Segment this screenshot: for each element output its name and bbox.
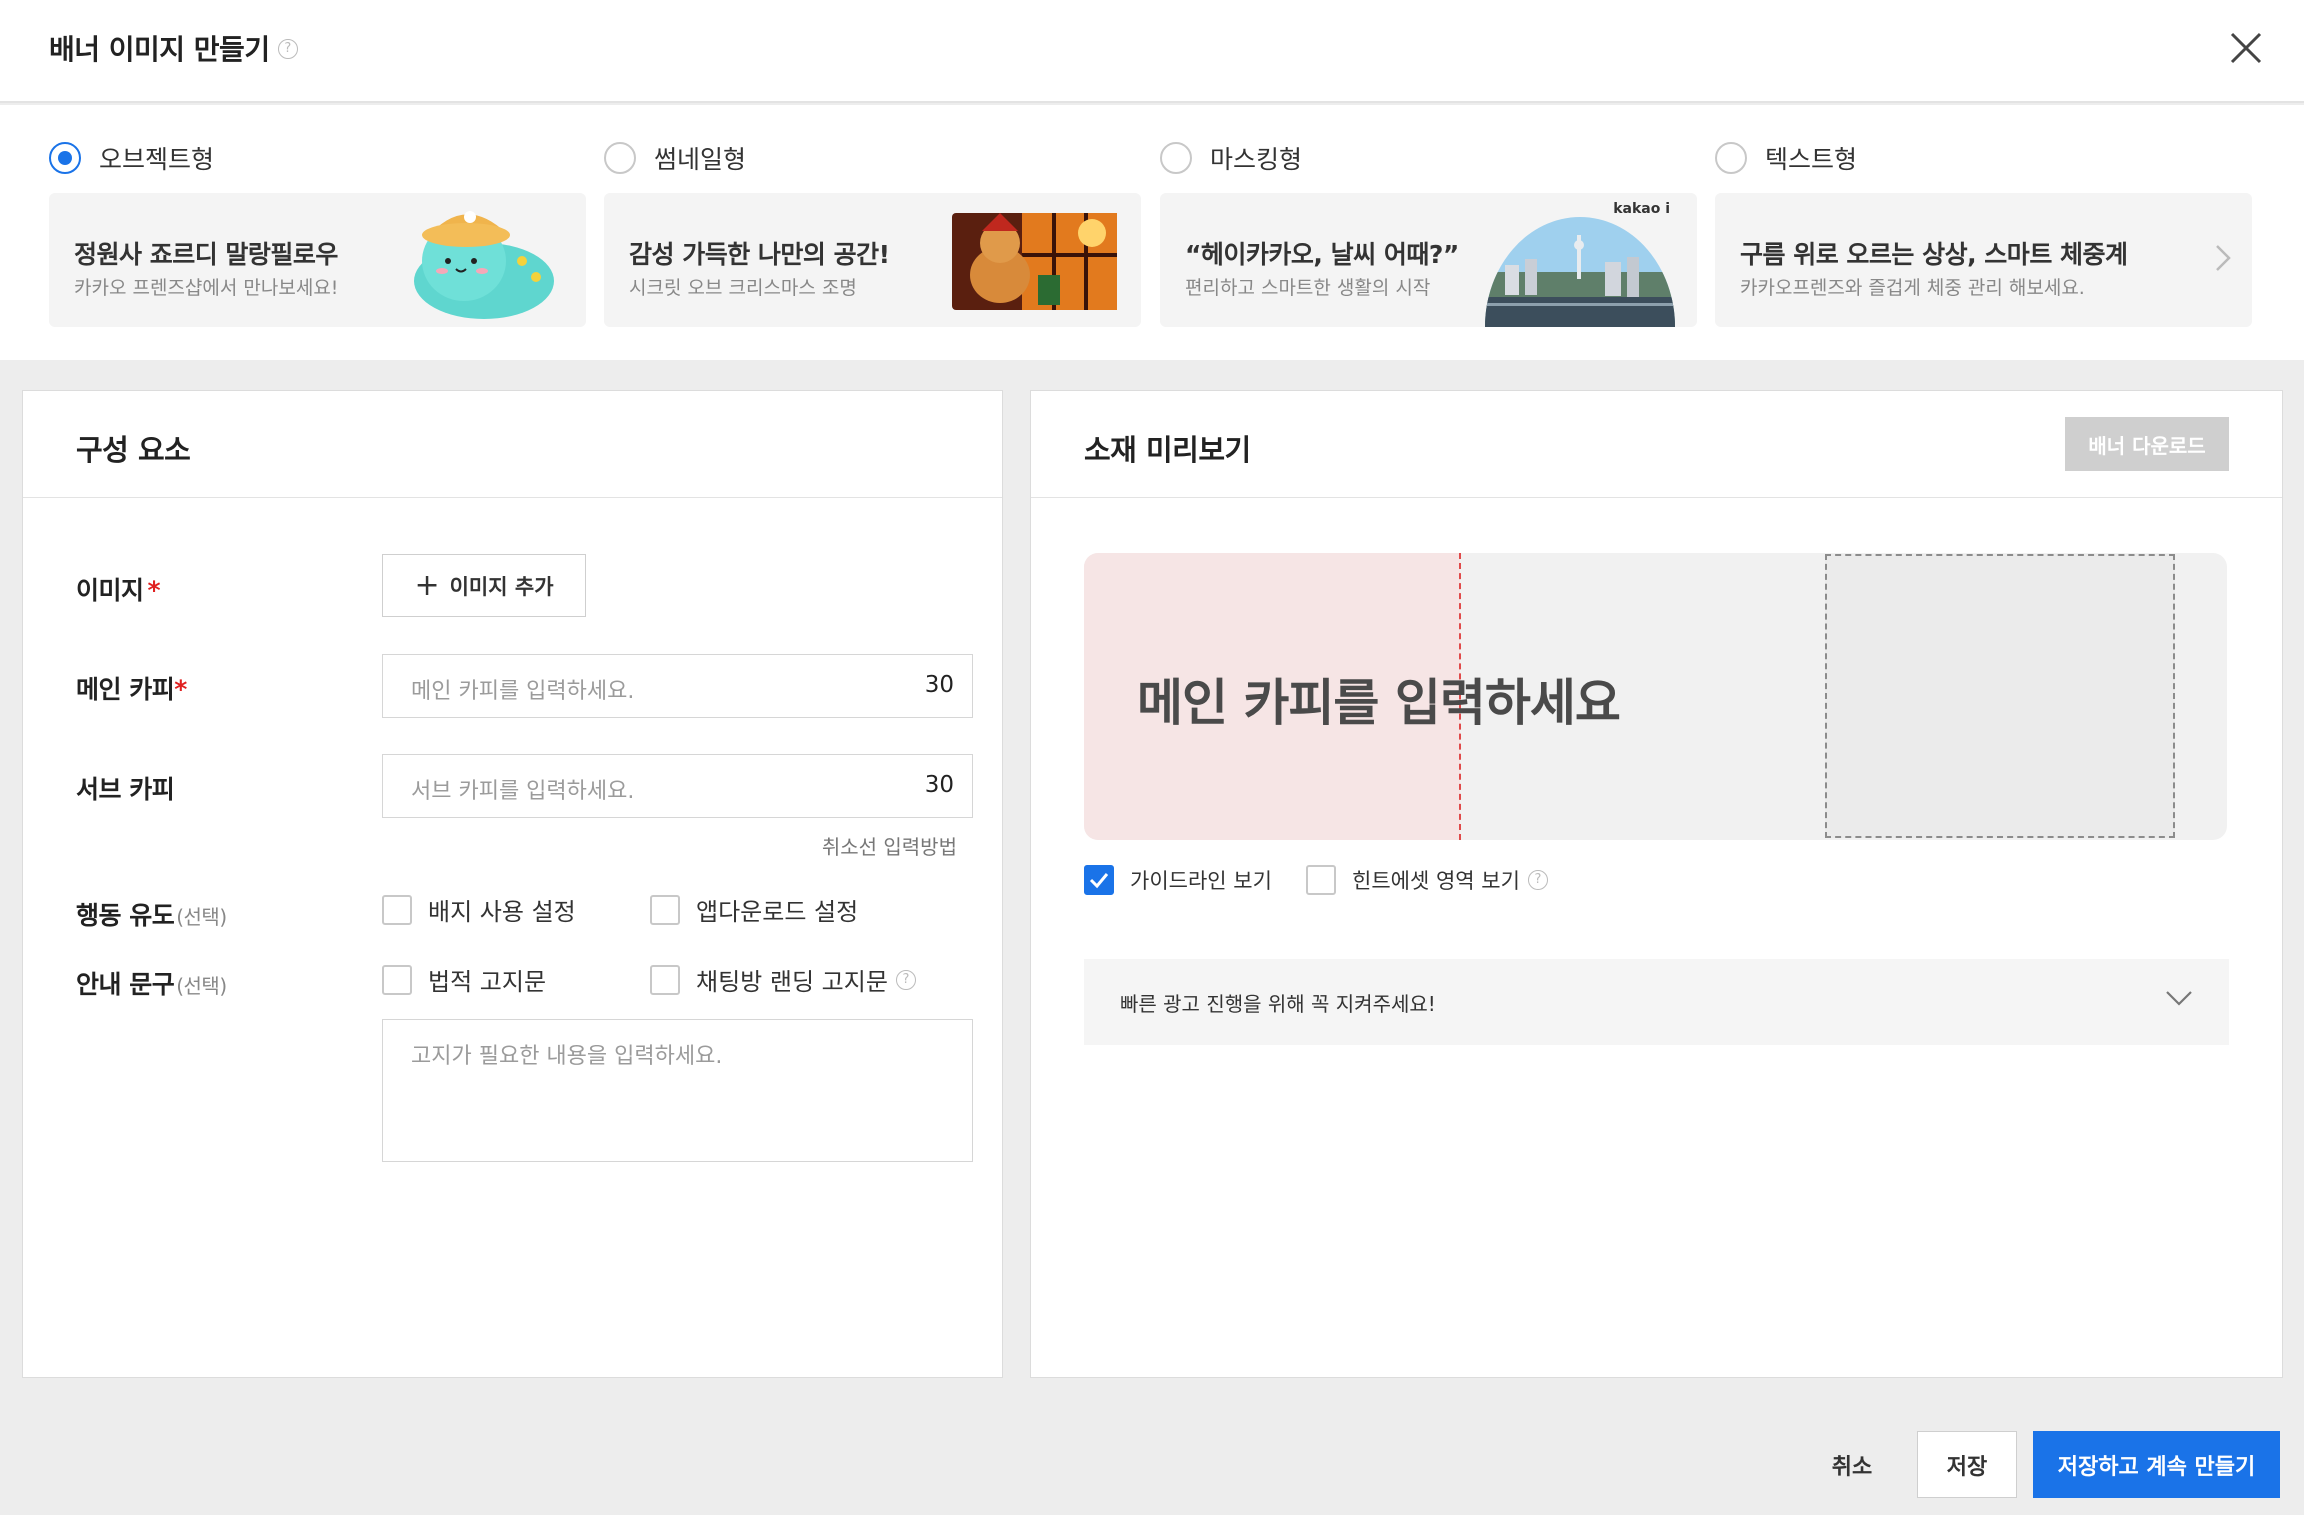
panel-header: 소재 미리보기 배너 다운로드 xyxy=(1031,391,2282,498)
close-icon xyxy=(2230,32,2262,64)
type-label: 마스킹형 xyxy=(1210,145,1303,174)
dialog-title-text: 배너 이미지 만들기 xyxy=(49,33,270,66)
chevron-right-icon[interactable] xyxy=(2214,243,2232,273)
add-image-label: 이미지 추가 xyxy=(449,574,554,599)
checkbox-checked[interactable] xyxy=(1084,865,1114,895)
strikethrough-help-link[interactable]: 취소선 입력방법 xyxy=(822,831,957,860)
type-label: 썸네일형 xyxy=(654,145,747,174)
card-subtitle: 카카오프렌즈와 즐겁게 체중 관리 해보세요. xyxy=(1740,277,2085,299)
main-copy-label-text: 메인 카피 xyxy=(76,675,175,704)
checkbox-label: 채팅방 랜딩 고지문 xyxy=(696,968,888,996)
city-skyline-photo xyxy=(1485,217,1675,327)
close-button[interactable] xyxy=(2228,30,2264,66)
checkbox-label: 앱다운로드 설정 xyxy=(696,898,859,926)
required-mark: * xyxy=(147,576,161,605)
image-placeholder-area xyxy=(1825,554,2175,838)
cancel-button[interactable]: 취소 xyxy=(1800,1431,1904,1498)
panel-header: 구성 요소 xyxy=(23,391,1002,498)
card-subtitle: 카카오 프렌즈샵에서 만나보세요! xyxy=(74,277,339,299)
char-limit-count: 30 xyxy=(924,772,954,798)
card-subtitle: 편리하고 스마트한 생활의 시작 xyxy=(1185,277,1431,299)
help-icon[interactable]: ? xyxy=(1527,870,1548,890)
hint-asset-toggle[interactable]: 힌트에셋 영역 보기 ? xyxy=(1306,865,1548,895)
download-banner-button[interactable]: 배너 다운로드 xyxy=(2065,417,2229,471)
type-label: 오브젝트형 xyxy=(99,145,215,174)
sub-copy-input[interactable]: 서브 카피를 입력하세요. 30 xyxy=(382,754,973,818)
image-label: 이미지 * xyxy=(76,571,161,607)
main-copy-label: 메인 카피* xyxy=(76,670,187,706)
card-title: “헤이카카오, 날씨 어때?” xyxy=(1185,240,1459,269)
banner-type-selector: 오브젝트형 정원사 죠르디 말랑필로우 카카오 프렌즈샵에서 만나보세요! 썸네… xyxy=(0,105,2304,360)
checkbox[interactable] xyxy=(650,894,680,925)
notice-textarea[interactable]: 고지가 필요한 내용을 입력하세요. xyxy=(382,1019,973,1162)
main-copy-input[interactable]: 메인 카피를 입력하세요. 30 xyxy=(382,654,973,718)
type-card-thumbnail[interactable]: 감성 가득한 나만의 공간! 시크릿 오브 크리스마스 조명 xyxy=(604,193,1141,327)
radio-button[interactable] xyxy=(1160,142,1192,174)
kakao-i-logo: kakao i xyxy=(1613,201,1670,217)
cta-label-text: 행동 유도 xyxy=(76,901,175,930)
checkbox[interactable] xyxy=(1306,865,1336,895)
main-copy-placeholder: 메인 카피를 입력하세요. xyxy=(411,679,635,704)
type-label: 텍스트형 xyxy=(1765,145,1858,174)
notice-label: 안내 문구 (선택) xyxy=(76,965,227,1001)
app-download-checkbox[interactable]: 앱다운로드 설정 xyxy=(650,892,858,927)
chat-landing-notice-checkbox[interactable]: 채팅방 랜딩 고지문 ? xyxy=(650,962,916,997)
add-image-button[interactable]: + 이미지 추가 xyxy=(382,554,586,617)
guidelines-accordion[interactable]: 빠른 광고 진행을 위해 꼭 지켜주세요! xyxy=(1084,959,2229,1045)
save-button[interactable]: 저장 xyxy=(1917,1431,2017,1498)
type-card-object[interactable]: 정원사 죠르디 말랑필로우 카카오 프렌즈샵에서 만나보세요! xyxy=(49,193,586,327)
required-mark: * xyxy=(174,675,187,704)
components-panel: 구성 요소 이미지 * + 이미지 추가 메인 카피* 메인 카피를 입력하세요.… xyxy=(22,390,1003,1378)
panel-title: 구성 요소 xyxy=(76,433,191,467)
type-card-masking[interactable]: “헤이카카오, 날씨 어때?” 편리하고 스마트한 생활의 시작 kakao i xyxy=(1160,193,1697,327)
card-title: 감성 가득한 나만의 공간! xyxy=(629,240,890,269)
legal-notice-checkbox[interactable]: 법적 고지문 xyxy=(382,962,546,997)
checkbox-label: 법적 고지문 xyxy=(428,968,547,996)
optional-mark: (선택) xyxy=(176,905,227,929)
jordy-pillow-icon xyxy=(414,211,554,319)
type-radio-masking[interactable]: 마스킹형 xyxy=(1160,141,1302,175)
checkbox[interactable] xyxy=(650,964,680,995)
chevron-down-icon xyxy=(2166,991,2192,1006)
dialog-header: 배너 이미지 만들기? xyxy=(0,0,2304,103)
checkbox-label: 힌트에셋 영역 보기 xyxy=(1352,869,1520,893)
type-radio-text[interactable]: 텍스트형 xyxy=(1715,141,1857,175)
optional-mark: (선택) xyxy=(176,974,227,998)
sub-copy-label: 서브 카피 xyxy=(76,775,175,804)
checkbox-label: 배지 사용 설정 xyxy=(428,898,576,926)
checkbox[interactable] xyxy=(382,964,412,995)
banner-preview: 메인 카피를 입력하세요 xyxy=(1084,553,2227,840)
radio-button[interactable] xyxy=(49,142,81,174)
card-subtitle: 시크릿 오브 크리스마스 조명 xyxy=(629,277,857,299)
card-title: 정원사 죠르디 말랑필로우 xyxy=(74,240,338,269)
accordion-text: 빠른 광고 진행을 위해 꼭 지켜주세요! xyxy=(1120,992,1436,1016)
notice-label-text: 안내 문구 xyxy=(76,970,175,999)
char-limit-count: 30 xyxy=(924,672,954,698)
sub-copy-placeholder: 서브 카피를 입력하세요. xyxy=(411,779,635,804)
help-icon[interactable]: ? xyxy=(277,39,298,59)
badge-setting-checkbox[interactable]: 배지 사용 설정 xyxy=(382,892,576,927)
type-card-text[interactable]: 구름 위로 오르는 상상, 스마트 체중계 카카오프렌즈와 즐겁게 체중 관리 … xyxy=(1715,193,2252,327)
checkbox[interactable] xyxy=(382,894,412,925)
guideline-toggle[interactable]: 가이드라인 보기 xyxy=(1084,865,1272,895)
notice-placeholder: 고지가 필요한 내용을 입력하세요. xyxy=(411,1044,723,1069)
type-radio-thumbnail[interactable]: 썸네일형 xyxy=(604,141,746,175)
check-icon xyxy=(1089,873,1109,889)
radio-button[interactable] xyxy=(604,142,636,174)
cta-label: 행동 유도 (선택) xyxy=(76,896,227,932)
preview-main-copy: 메인 카피를 입력하세요 xyxy=(1137,674,1621,732)
radio-button[interactable] xyxy=(1715,142,1747,174)
type-radio-object[interactable]: 오브젝트형 xyxy=(49,141,214,175)
panel-title: 소재 미리보기 xyxy=(1084,433,1251,467)
card-title: 구름 위로 오르는 상상, 스마트 체중계 xyxy=(1740,240,2128,269)
checkbox-label: 가이드라인 보기 xyxy=(1130,869,1272,893)
help-icon[interactable]: ? xyxy=(895,969,916,990)
preview-panel: 소재 미리보기 배너 다운로드 메인 카피를 입력하세요 가이드라인 보기 힌트… xyxy=(1030,390,2283,1378)
plus-icon: + xyxy=(414,567,440,603)
dialog-title: 배너 이미지 만들기? xyxy=(49,28,298,68)
christmas-light-photo xyxy=(952,213,1117,310)
save-and-continue-button[interactable]: 저장하고 계속 만들기 xyxy=(2033,1431,2280,1498)
image-label-text: 이미지 xyxy=(76,576,144,605)
